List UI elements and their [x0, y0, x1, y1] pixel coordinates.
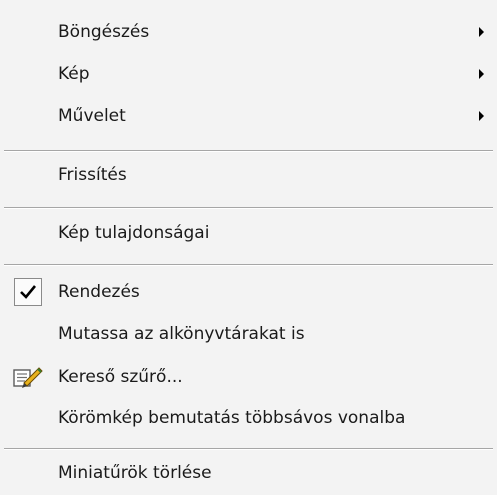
menu-separator: [4, 448, 493, 450]
menu-item-label: Kép tulajdonságai: [58, 223, 210, 243]
context-menu: Böngészés Kép Művelet Frissítés Kép tula…: [0, 0, 497, 495]
menu-item-action[interactable]: Művelet: [0, 102, 497, 130]
menu-separator: [4, 264, 493, 266]
menu-separator: [4, 207, 493, 209]
menu-item-refresh[interactable]: Frissítés: [0, 160, 497, 190]
menu-item-search-filter[interactable]: Kereső szűrő...: [0, 362, 497, 392]
submenu-arrow-icon: [479, 69, 484, 79]
checkmark-icon: [14, 278, 42, 306]
submenu-arrow-icon: [479, 27, 484, 37]
menu-item-label: Miniatűrök törlése: [58, 463, 212, 483]
menu-item-label: Kép: [58, 64, 90, 84]
menu-item-thumbnail-multiline[interactable]: Körömkép bemutatás többsávos vonalba: [0, 403, 497, 433]
menu-item-browse[interactable]: Böngészés: [0, 18, 497, 46]
menu-item-show-subfolders[interactable]: Mutassa az alkönyvtárakat is: [0, 319, 497, 349]
menu-item-sort[interactable]: Rendezés: [0, 276, 497, 308]
menu-item-label: Böngészés: [58, 22, 150, 42]
menu-item-image[interactable]: Kép: [0, 60, 497, 88]
menu-item-image-properties[interactable]: Kép tulajdonságai: [0, 218, 497, 248]
menu-item-label: Mutassa az alkönyvtárakat is: [58, 324, 305, 344]
filter-edit-icon: [13, 364, 45, 390]
menu-item-delete-thumbnails[interactable]: Miniatűrök törlése: [0, 458, 497, 488]
menu-item-label: Rendezés: [58, 282, 140, 302]
submenu-arrow-icon: [479, 111, 484, 121]
menu-separator: [4, 150, 493, 152]
menu-item-label: Kereső szűrő...: [58, 367, 183, 387]
menu-item-label: Frissítés: [58, 165, 127, 185]
menu-item-label: Művelet: [58, 106, 126, 126]
menu-item-label: Körömkép bemutatás többsávos vonalba: [58, 408, 406, 428]
